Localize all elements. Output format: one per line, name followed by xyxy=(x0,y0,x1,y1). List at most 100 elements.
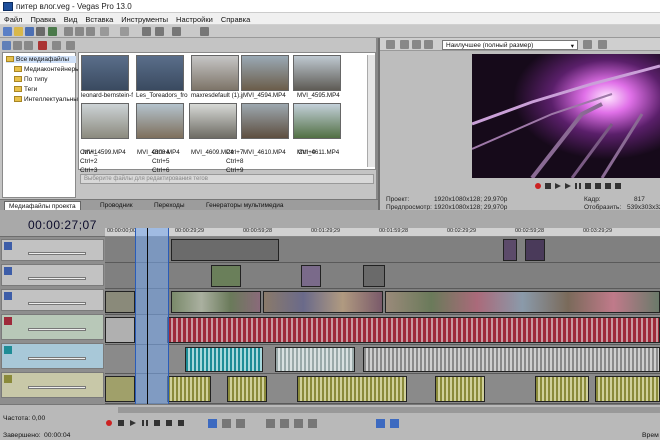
prev-frame-icon[interactable] xyxy=(615,183,621,189)
import-media-icon[interactable] xyxy=(2,41,11,50)
tree-item-all-media[interactable]: Все медиафайлы xyxy=(6,56,76,63)
timeline-scrollbar[interactable] xyxy=(118,407,660,413)
pause-icon[interactable] xyxy=(575,183,581,189)
level-slider[interactable] xyxy=(28,277,86,280)
play-icon[interactable] xyxy=(565,183,571,189)
video-clip[interactable] xyxy=(503,239,517,261)
audio-clip[interactable] xyxy=(363,347,660,372)
menu-options[interactable]: Настройки xyxy=(172,13,217,24)
ignore-grouping-icon[interactable] xyxy=(200,27,209,36)
volume-slider[interactable] xyxy=(28,357,86,360)
stop-icon[interactable] xyxy=(154,420,160,426)
media-thumb-video[interactable] xyxy=(293,55,341,91)
thumbnails-scrollbar[interactable] xyxy=(367,55,375,167)
audio-clip[interactable] xyxy=(105,376,135,402)
media-thumb-video[interactable] xyxy=(81,103,129,139)
loop-icon[interactable] xyxy=(545,183,551,189)
lock-envelopes-icon[interactable] xyxy=(172,27,181,36)
audio-clip[interactable] xyxy=(275,347,355,372)
tree-item-smart[interactable]: Интеллектуальные xyxy=(14,96,84,103)
video-track-lane[interactable] xyxy=(105,237,660,263)
stop-icon[interactable] xyxy=(585,183,591,189)
selection-tool-icon[interactable] xyxy=(236,419,245,428)
paste-icon[interactable] xyxy=(86,27,95,36)
preview-quality-select[interactable]: Наилучшее (полный размер) ▾ xyxy=(442,40,578,50)
video-clip[interactable] xyxy=(263,291,383,313)
loop-region-selection[interactable] xyxy=(135,228,169,404)
video-track-lane[interactable] xyxy=(105,289,660,315)
menu-insert[interactable]: Вставка xyxy=(81,13,117,24)
split-icon[interactable] xyxy=(266,419,275,428)
auto-crossfade-icon[interactable] xyxy=(390,419,399,428)
video-clip[interactable] xyxy=(211,265,241,287)
loop-icon[interactable] xyxy=(118,420,124,426)
audio-clip[interactable] xyxy=(435,376,485,402)
open-icon[interactable] xyxy=(14,27,23,36)
autoripple-icon[interactable] xyxy=(155,27,164,36)
properties-icon[interactable] xyxy=(36,27,45,36)
audio-track-lane[interactable] xyxy=(105,345,660,374)
media-fx-icon[interactable] xyxy=(52,41,61,50)
views-icon[interactable] xyxy=(66,41,75,50)
marker-icon[interactable] xyxy=(294,419,303,428)
audio-clip[interactable] xyxy=(227,376,267,402)
level-slider[interactable] xyxy=(28,302,86,305)
menu-help[interactable]: Справка xyxy=(217,13,254,24)
get-media-icon[interactable] xyxy=(24,41,33,50)
track-header-video[interactable] xyxy=(1,264,104,286)
external-monitor-icon[interactable] xyxy=(400,40,409,49)
volume-slider[interactable] xyxy=(28,386,86,389)
play-from-start-icon[interactable] xyxy=(555,183,561,189)
snap-icon[interactable] xyxy=(142,27,151,36)
media-thumb-audio[interactable] xyxy=(81,55,129,91)
video-clip[interactable] xyxy=(171,291,261,313)
video-clip[interactable] xyxy=(385,291,660,313)
track-header-video[interactable] xyxy=(1,239,104,261)
capture-icon[interactable] xyxy=(13,41,22,50)
track-header-audio[interactable] xyxy=(1,343,104,369)
go-to-start-icon[interactable] xyxy=(166,420,172,426)
split-screen-icon[interactable] xyxy=(412,40,421,49)
pause-icon[interactable] xyxy=(142,420,148,426)
envelope-tool-icon[interactable] xyxy=(222,419,231,428)
video-clip[interactable] xyxy=(525,239,545,261)
new-project-icon[interactable] xyxy=(3,27,12,36)
media-thumb-video[interactable] xyxy=(241,55,289,91)
region-icon[interactable] xyxy=(308,419,317,428)
audio-clip[interactable] xyxy=(185,347,263,372)
track-header-audio[interactable] xyxy=(1,314,104,340)
menu-file[interactable]: Файл xyxy=(0,13,26,24)
redo-icon[interactable] xyxy=(120,27,129,36)
remove-icon[interactable] xyxy=(38,41,47,50)
cut-icon[interactable] xyxy=(64,27,73,36)
track-header-video[interactable] xyxy=(1,289,104,311)
playhead-cursor[interactable] xyxy=(147,228,148,404)
media-thumb-image[interactable] xyxy=(191,55,239,91)
play-icon[interactable] xyxy=(130,420,136,426)
media-thumb-audio[interactable] xyxy=(136,55,184,91)
video-track-lane[interactable] xyxy=(105,263,660,289)
video-clip[interactable] xyxy=(105,291,135,313)
record-icon[interactable] xyxy=(535,183,541,189)
track-header-audio[interactable] xyxy=(1,372,104,398)
audio-clip[interactable] xyxy=(595,376,660,402)
timeline-ruler[interactable]: 00:00:00;00 00:00:29;29 00:00:59;28 00:0… xyxy=(105,228,660,237)
save-icon[interactable] xyxy=(25,27,34,36)
tree-item-bins[interactable]: Медиаконтейнеры xyxy=(14,66,84,73)
media-thumb-video[interactable] xyxy=(136,103,184,139)
record-icon[interactable] xyxy=(106,420,112,426)
go-to-start-icon[interactable] xyxy=(595,183,601,189)
save-snapshot-icon[interactable] xyxy=(598,40,607,49)
tree-item-by-type[interactable]: По типу xyxy=(14,76,84,83)
normal-edit-tool-icon[interactable] xyxy=(208,419,217,428)
go-to-end-icon[interactable] xyxy=(178,420,184,426)
undo-icon[interactable] xyxy=(100,27,109,36)
video-clip[interactable] xyxy=(171,239,279,261)
tag-editor-input[interactable]: Выберите файлы для редактирования тегов xyxy=(80,174,374,184)
media-thumb-video[interactable] xyxy=(241,103,289,139)
menu-view[interactable]: Вид xyxy=(60,13,82,24)
trim-icon[interactable] xyxy=(280,419,289,428)
media-thumb-video[interactable] xyxy=(293,103,341,139)
audio-clip[interactable] xyxy=(535,376,589,402)
preview-properties-icon[interactable] xyxy=(386,40,395,49)
